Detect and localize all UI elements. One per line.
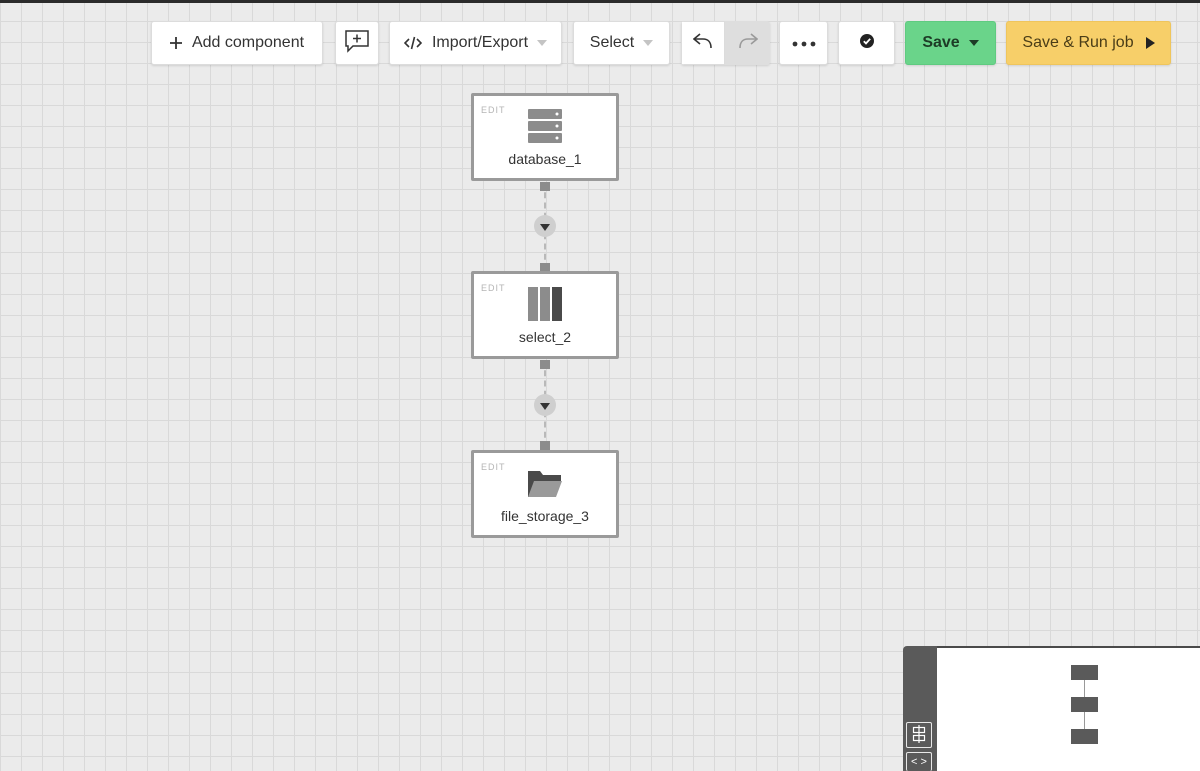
add-component-label: Add component xyxy=(191,34,305,51)
save-label: Save xyxy=(922,34,960,51)
node-edit-label[interactable]: EDIT xyxy=(481,105,506,115)
window-top-border xyxy=(0,0,1200,3)
minimap-toggle-button[interactable]: < > xyxy=(906,752,932,771)
minimap-toggle-label: < > xyxy=(911,756,927,768)
save-button[interactable]: Save xyxy=(905,21,996,65)
more-horizontal-icon xyxy=(792,34,816,52)
input-port[interactable] xyxy=(540,441,550,450)
node-edit-label[interactable]: EDIT xyxy=(481,283,506,293)
minimap-node xyxy=(1071,729,1098,744)
import-export-dropdown[interactable]: Import/Export xyxy=(389,21,562,65)
chevron-down-icon xyxy=(643,40,654,46)
check-circle-icon xyxy=(859,33,874,53)
comment-add-icon xyxy=(344,28,370,59)
pipeline-node-database[interactable]: EDIT database_1 xyxy=(471,93,619,181)
node-name: select_2 xyxy=(518,329,572,345)
pipeline-node-file-storage[interactable]: EDIT file_storage_3 xyxy=(471,450,619,538)
save-run-label: Save & Run job xyxy=(1022,34,1134,51)
output-port[interactable] xyxy=(540,182,550,191)
node-name: file_storage_3 xyxy=(501,508,589,524)
plus-icon xyxy=(169,37,182,49)
flow-arrow-down-icon[interactable] xyxy=(534,394,556,416)
add-component-button[interactable]: Add component xyxy=(151,21,323,65)
output-port[interactable] xyxy=(540,360,550,369)
node-edit-label[interactable]: EDIT xyxy=(481,462,506,472)
select-dropdown[interactable]: Select xyxy=(573,21,670,65)
more-options-button[interactable] xyxy=(779,21,828,65)
redo-icon xyxy=(738,32,758,55)
import-export-label: Import/Export xyxy=(431,34,529,51)
select-label: Select xyxy=(589,34,635,51)
minimap-node xyxy=(1071,665,1098,680)
align-center-icon xyxy=(911,724,927,746)
play-icon xyxy=(1145,37,1155,49)
undo-icon xyxy=(692,32,713,55)
redo-button[interactable] xyxy=(725,21,770,65)
validate-button[interactable] xyxy=(838,21,895,65)
code-icon xyxy=(403,36,422,50)
database-icon xyxy=(527,108,563,144)
minimap-node xyxy=(1071,697,1098,712)
save-and-run-button[interactable]: Save & Run job xyxy=(1006,21,1171,65)
select-columns-icon xyxy=(527,286,563,322)
pipeline-node-select[interactable]: EDIT select_2 xyxy=(471,271,619,359)
node-name: database_1 xyxy=(508,151,582,167)
add-comment-button[interactable] xyxy=(335,21,379,65)
fit-to-screen-button[interactable] xyxy=(906,722,932,748)
minimap[interactable] xyxy=(937,646,1200,771)
flow-arrow-down-icon[interactable] xyxy=(534,215,556,237)
folder-icon xyxy=(527,465,563,501)
chevron-down-icon xyxy=(537,40,548,46)
undo-button[interactable] xyxy=(681,21,725,65)
chevron-down-icon xyxy=(968,40,979,46)
undo-redo-group xyxy=(681,21,770,65)
